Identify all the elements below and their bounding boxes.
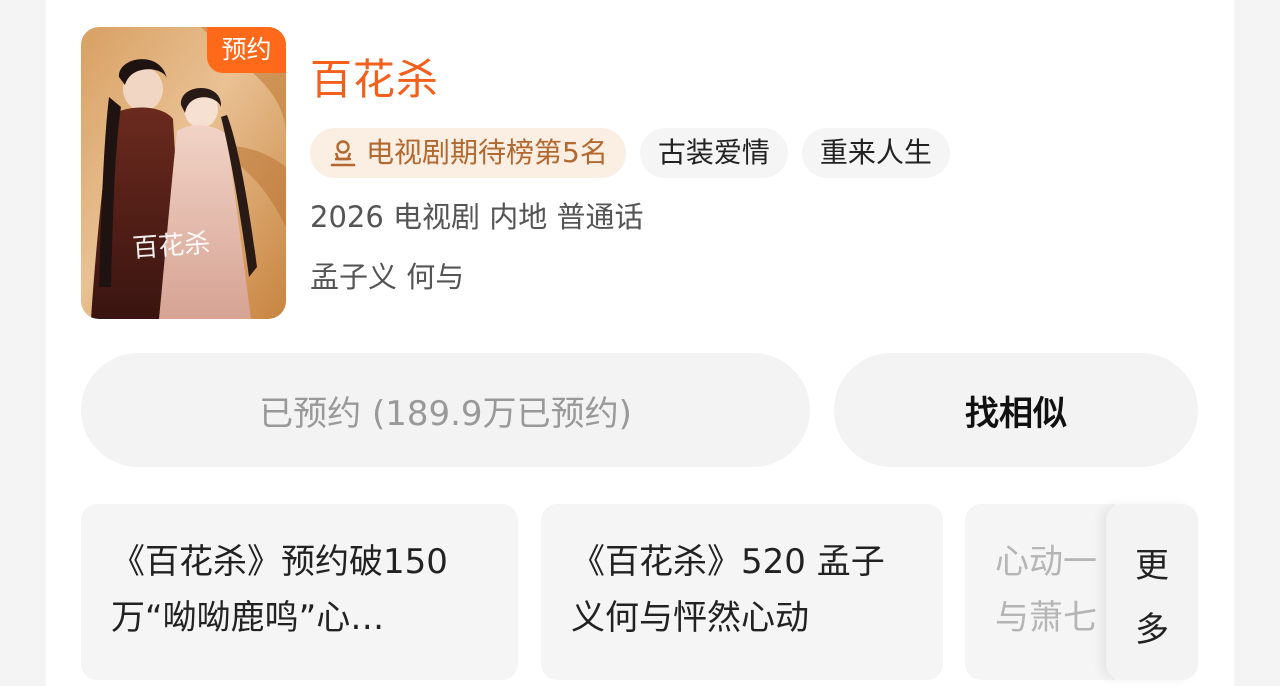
- more-label-line1: 更: [1135, 546, 1169, 586]
- rank-tag[interactable]: 电视剧期待榜第5名: [310, 128, 626, 178]
- reserved-button-label: 已预约 (189.9万已预约): [259, 393, 632, 434]
- news-card-text: 《百花杀》520 孟子义何与怦然心动: [571, 542, 885, 638]
- news-card-text: 《百花杀》预约破150万“呦呦鹿鸣”心…: [111, 542, 448, 638]
- more-label-line2: 多: [1135, 610, 1169, 650]
- show-title[interactable]: 百花杀: [310, 50, 439, 110]
- reserved-button[interactable]: 已预约 (189.9万已预约): [81, 353, 810, 467]
- poster-logo: 百花杀: [131, 229, 211, 264]
- more-button[interactable]: 更 多: [1106, 504, 1198, 680]
- show-meta: 2026 电视剧 内地 普通话: [310, 200, 644, 234]
- trophy-icon: [330, 139, 356, 167]
- find-similar-button[interactable]: 找相似: [834, 353, 1198, 467]
- news-card[interactable]: 心动一与萧七: [965, 504, 1115, 680]
- news-card[interactable]: 《百花杀》预约破150万“呦呦鹿鸣”心…: [81, 504, 518, 680]
- poster-image[interactable]: 百花杀 预约: [81, 27, 286, 319]
- show-cast[interactable]: 孟子义 何与: [310, 254, 464, 300]
- tag-row: 电视剧期待榜第5名 古装爱情 重来人生: [310, 128, 950, 178]
- news-card[interactable]: 《百花杀》520 孟子义何与怦然心动: [541, 504, 943, 680]
- find-similar-label: 找相似: [965, 393, 1067, 434]
- theme-tag[interactable]: 重来人生: [801, 128, 950, 178]
- rank-tag-label: 电视剧期待榜第5名: [366, 136, 608, 169]
- reserve-badge: 预约: [207, 27, 286, 73]
- news-card-text: 心动一与萧七: [995, 542, 1097, 638]
- genre-tag[interactable]: 古装爱情: [639, 128, 788, 178]
